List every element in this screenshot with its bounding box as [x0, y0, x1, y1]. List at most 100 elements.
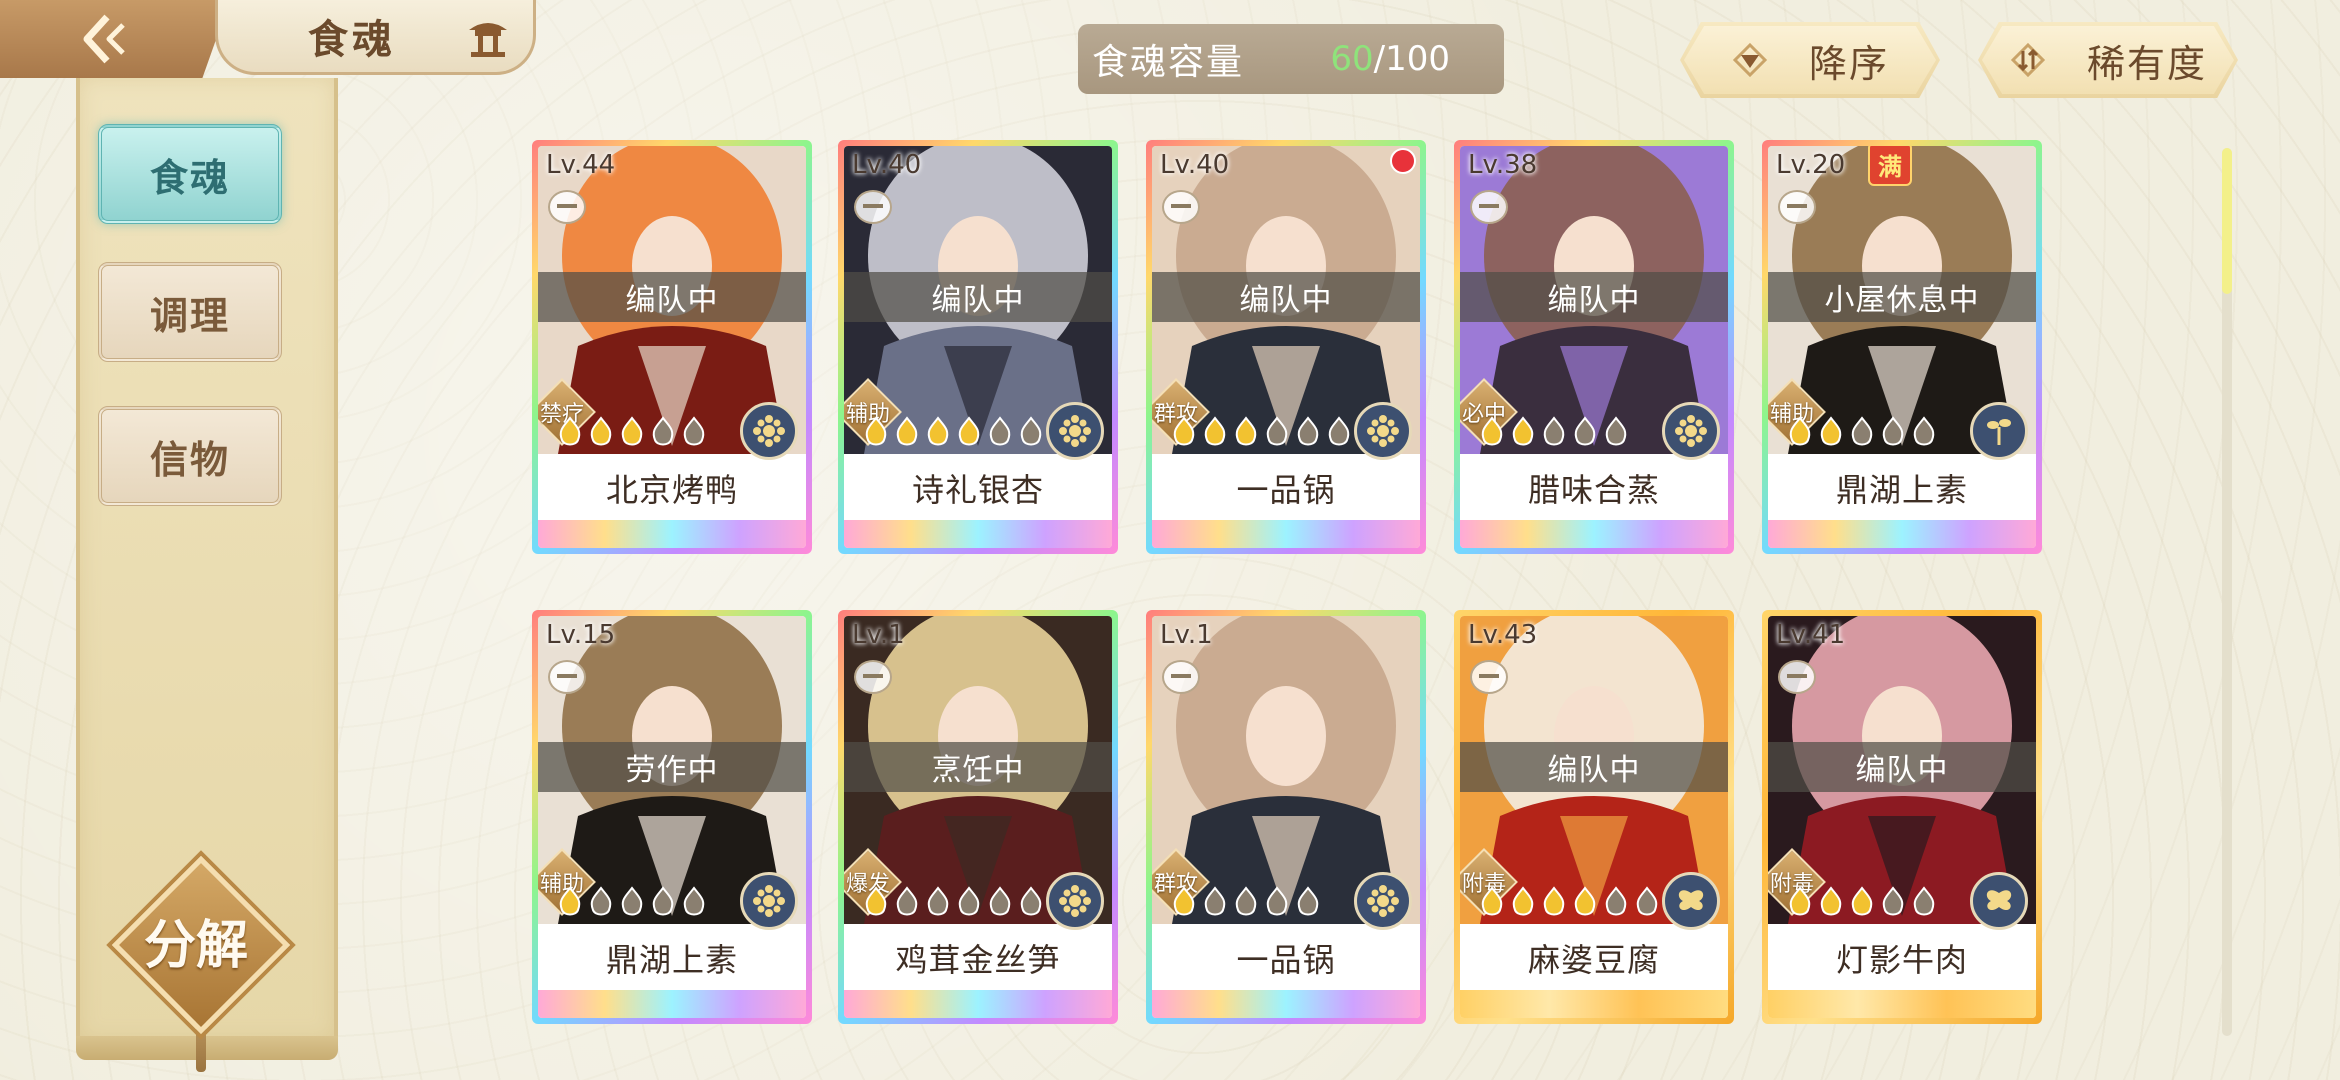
card-name: 北京烤鸭: [605, 471, 738, 509]
star-filled-icon: [924, 416, 952, 448]
card-frame: Lv.40 编队中 群攻 一品锅: [1152, 146, 1420, 548]
bowl-icon: [1778, 660, 1816, 694]
sort-order-button[interactable]: 降序: [1680, 22, 1940, 98]
food-soul-card[interactable]: Lv.15 劳作中 辅助 鼎湖上素: [532, 610, 812, 1024]
sort-by-button[interactable]: 稀有度: [1978, 22, 2238, 98]
bowl-icon: [548, 660, 586, 694]
star-empty-icon: [1263, 886, 1291, 918]
star-empty-icon: [1633, 886, 1661, 918]
star-empty-icon: [649, 416, 677, 448]
food-soul-card[interactable]: Lv.1 烹饪中 爆发 鸡茸金丝笋: [838, 610, 1118, 1024]
butterfly-icon: [1678, 890, 1704, 911]
star-filled-icon: [556, 416, 584, 448]
food-soul-card[interactable]: Lv.41 编队中 附毒 灯影牛肉: [1762, 610, 2042, 1024]
flower-icon: [1675, 415, 1707, 447]
star-empty-icon: [1017, 416, 1045, 448]
star-filled-icon: [893, 416, 921, 448]
tab-token[interactable]: 信物: [98, 406, 282, 506]
status-banner: 编队中: [538, 272, 806, 322]
notification-dot: [1390, 148, 1416, 174]
star-empty-icon: [680, 886, 708, 918]
star-empty-icon: [1263, 416, 1291, 448]
food-soul-card[interactable]: Lv.40 编队中 辅助 诗礼银杏: [838, 140, 1118, 554]
card-frame: Lv.15 劳作中 辅助 鼎湖上素: [538, 616, 806, 1018]
element-badge: [1662, 402, 1720, 460]
star-filled-icon: [618, 416, 646, 448]
back-button[interactable]: [0, 0, 230, 78]
level-text: Lv.38: [1468, 150, 1538, 180]
star-empty-icon: [649, 886, 677, 918]
back-arrow-icon: [83, 14, 125, 64]
card-name: 诗礼银杏: [911, 471, 1044, 509]
scrollbar[interactable]: [2222, 148, 2232, 1036]
food-soul-card[interactable]: Lv.43 编队中 附毒 麻婆豆腐: [1454, 610, 1734, 1024]
star-empty-icon: [1325, 416, 1353, 448]
star-filled-icon: [955, 416, 983, 448]
card-frame: Lv.43 编队中 附毒 麻婆豆腐: [1460, 616, 1728, 1018]
flower-icon: [1367, 415, 1399, 447]
flower-icon: [753, 415, 785, 447]
status-banner: 烹饪中: [844, 742, 1112, 792]
star-empty-icon: [893, 886, 921, 918]
food-soul-card[interactable]: Lv.1 群攻 一品锅: [1146, 610, 1426, 1024]
card-name: 一品锅: [1236, 471, 1336, 509]
flower-icon: [1059, 885, 1091, 917]
rarity-strip: [1152, 990, 1420, 1018]
star-rating: [862, 416, 1045, 448]
status-banner: 编队中: [1152, 272, 1420, 322]
star-empty-icon: [1602, 886, 1630, 918]
star-rating: [556, 416, 708, 448]
status-banner: 编队中: [844, 272, 1112, 322]
rarity-strip: [1768, 520, 2036, 548]
card-frame: Lv.41 编队中 附毒 灯影牛肉: [1768, 616, 2036, 1018]
card-name: 鼎湖上素: [605, 941, 738, 979]
star-rating: [862, 886, 1045, 918]
bowl-icon: [1470, 190, 1508, 224]
rarity-strip: [844, 990, 1112, 1018]
star-empty-icon: [1910, 886, 1938, 918]
capacity-label: 食魂容量: [1092, 42, 1245, 83]
food-soul-card[interactable]: Lv.38 编队中 必中 腊味合蒸: [1454, 140, 1734, 554]
element-badge: [740, 872, 798, 930]
star-empty-icon: [618, 886, 646, 918]
star-empty-icon: [1540, 416, 1568, 448]
star-filled-icon: [1478, 886, 1506, 918]
status-banner: 劳作中: [538, 742, 806, 792]
status-banner: 小屋休息中: [1768, 272, 2036, 322]
rarity-strip: [1460, 520, 1728, 548]
title-plate: 食魂: [215, 0, 536, 75]
capacity-display: 食魂容量 60/100: [1078, 24, 1504, 94]
scrollbar-thumb[interactable]: [2222, 148, 2232, 294]
star-filled-icon: [1817, 886, 1845, 918]
status-banner: 编队中: [1460, 742, 1728, 792]
food-soul-card[interactable]: Lv.20 小屋休息中 辅助 鼎湖上素满: [1762, 140, 2042, 554]
level-text: Lv.15: [546, 620, 616, 650]
star-filled-icon: [1478, 416, 1506, 448]
level-text: Lv.44: [546, 150, 616, 180]
sort-arrows-icon: [2010, 42, 2046, 78]
star-empty-icon: [1879, 416, 1907, 448]
star-empty-icon: [1201, 886, 1229, 918]
bowl-icon: [854, 660, 892, 694]
star-filled-icon: [587, 416, 615, 448]
food-soul-card[interactable]: Lv.40 编队中 群攻 一品锅: [1146, 140, 1426, 554]
star-empty-icon: [680, 416, 708, 448]
star-empty-icon: [1910, 416, 1938, 448]
star-empty-icon: [924, 886, 952, 918]
star-rating: [1170, 416, 1353, 448]
bowl-icon: [1162, 660, 1200, 694]
star-empty-icon: [986, 886, 1014, 918]
decompose-button[interactable]: 分解: [111, 855, 291, 1035]
element-badge: [1046, 872, 1104, 930]
level-text: Lv.40: [1160, 150, 1230, 180]
tab-conditioning[interactable]: 调理: [98, 262, 282, 362]
star-empty-icon: [587, 886, 615, 918]
star-filled-icon: [862, 886, 890, 918]
tab-food-soul[interactable]: 食魂: [98, 124, 282, 224]
food-soul-card[interactable]: Lv.44 编队中 禁疗 北京烤鸭: [532, 140, 812, 554]
level-text: Lv.43: [1468, 620, 1538, 650]
star-filled-icon: [862, 416, 890, 448]
element-badge: [1970, 872, 2028, 930]
full-badge: 满: [1868, 146, 1912, 186]
bowl-icon: [1470, 660, 1508, 694]
